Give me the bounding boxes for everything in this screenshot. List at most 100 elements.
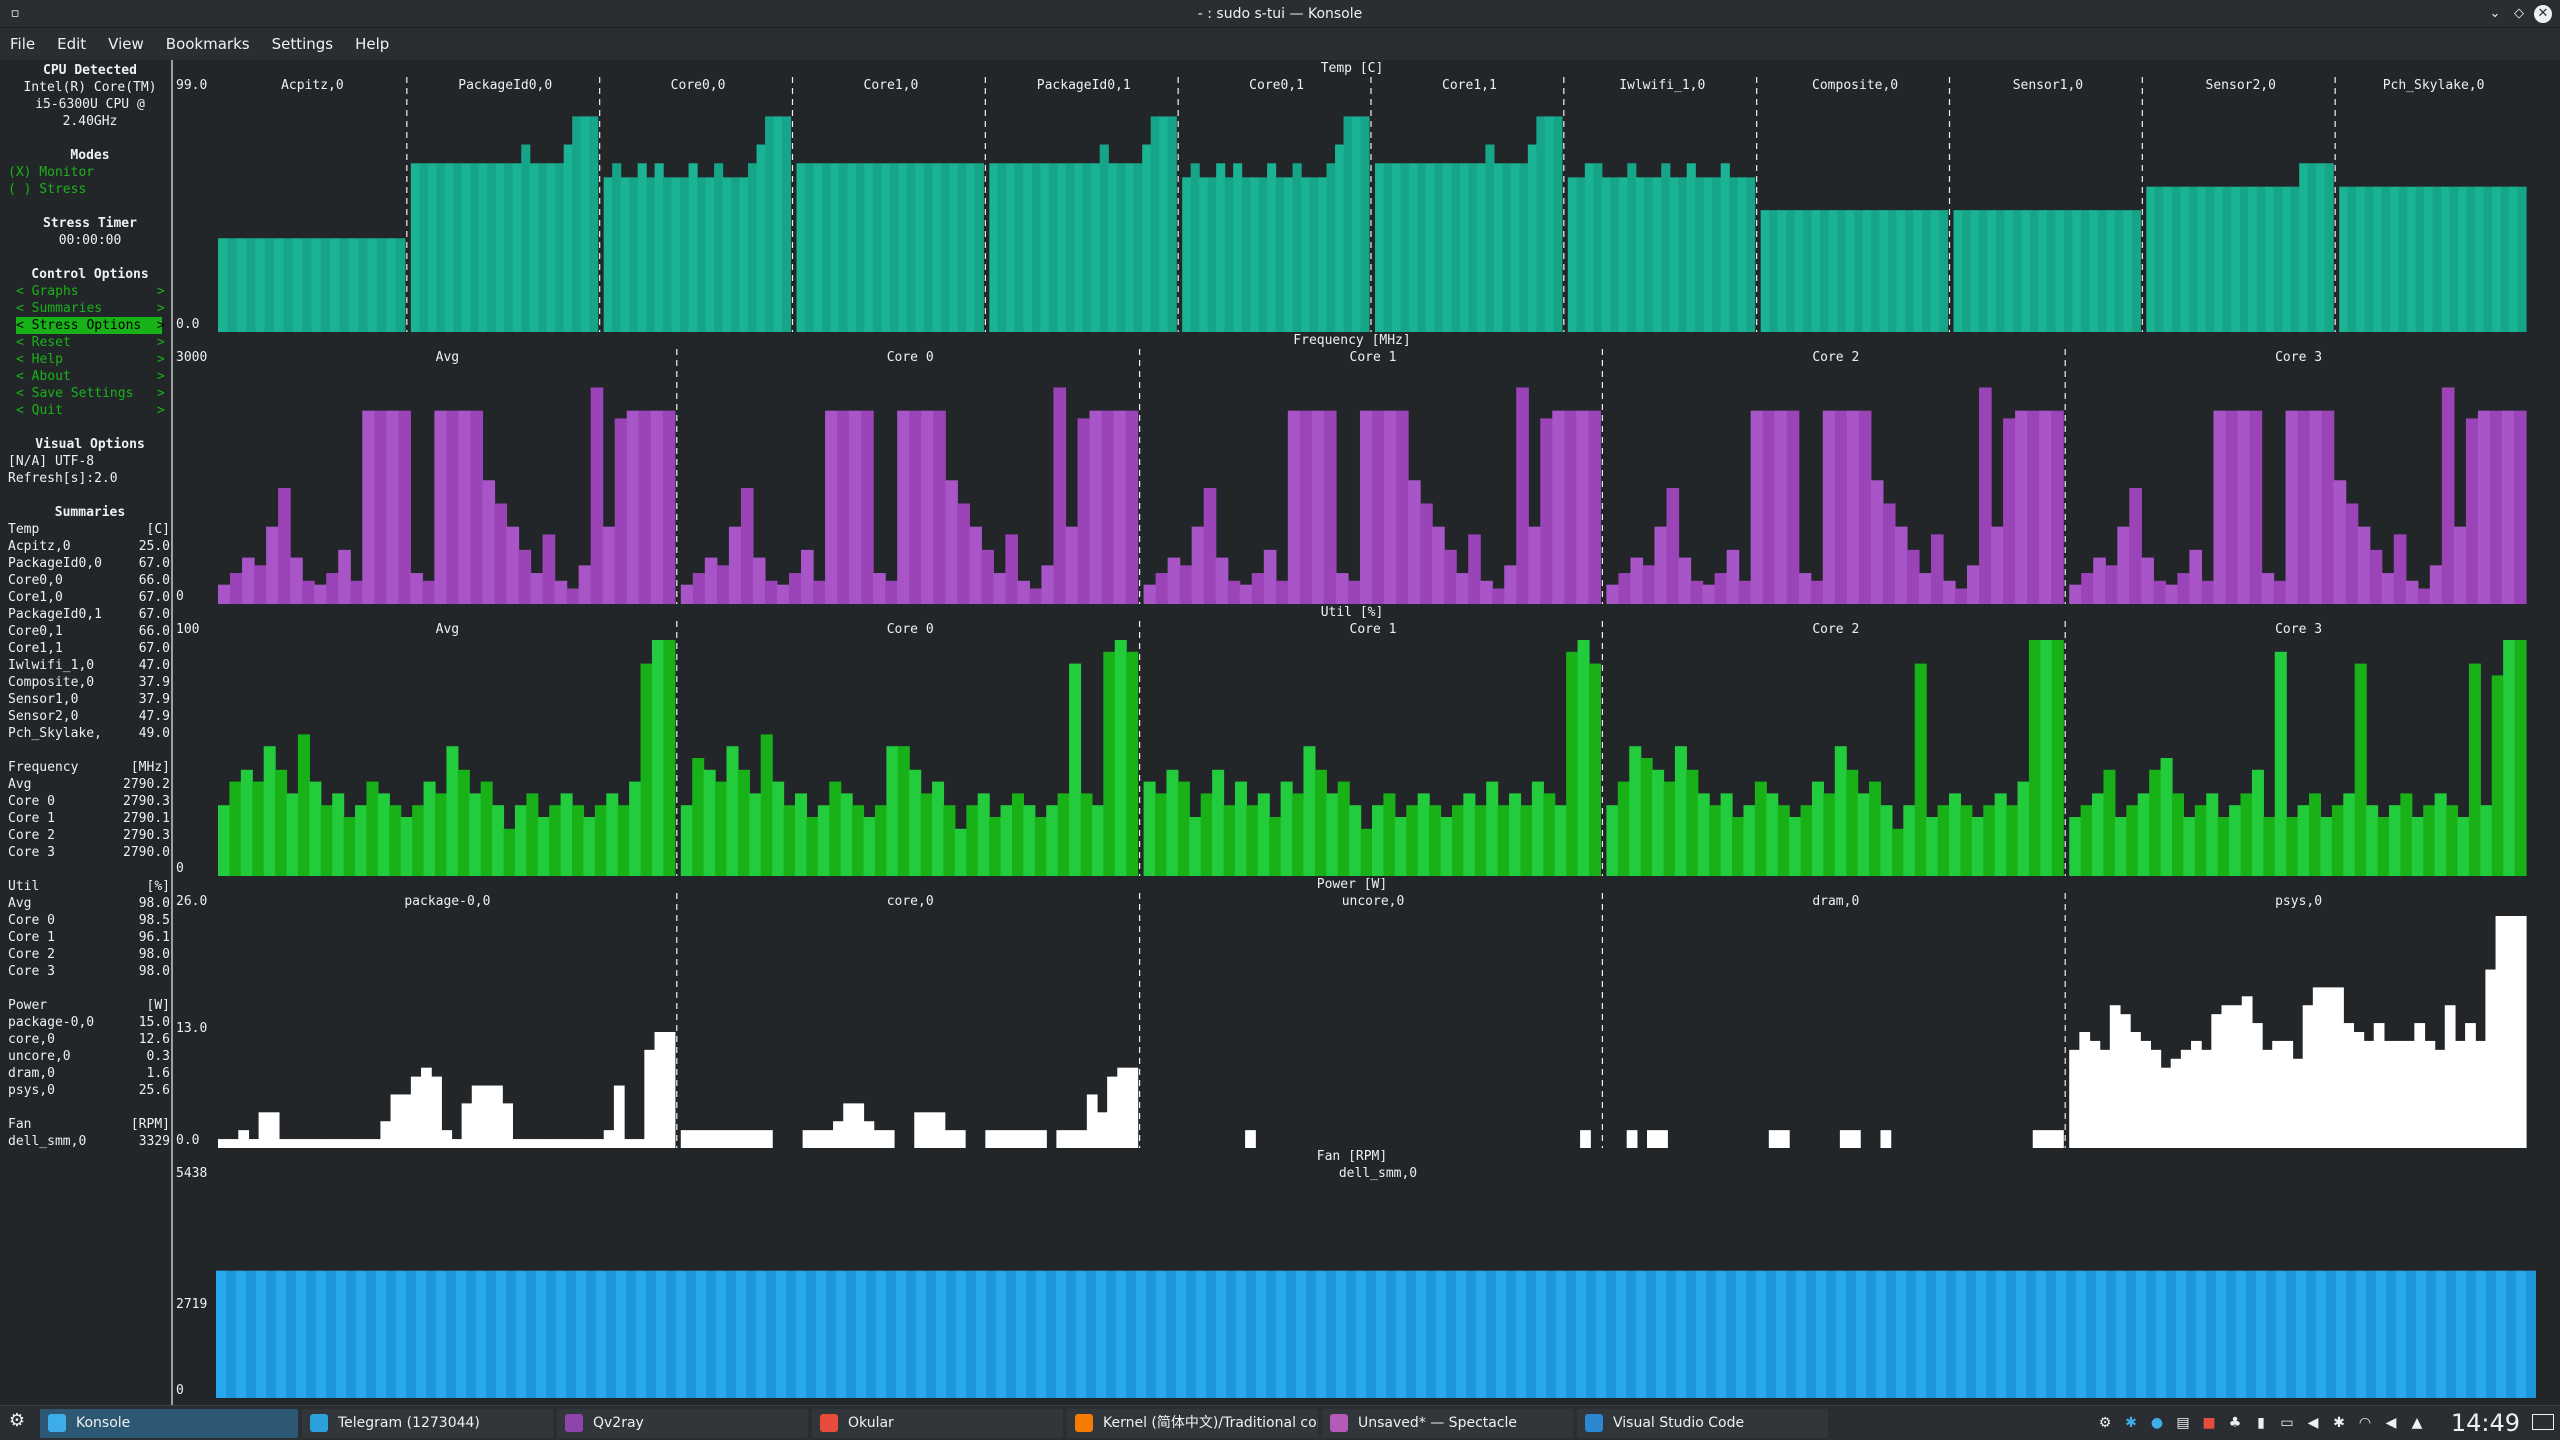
data-bar <box>2388 805 2401 876</box>
data-bar <box>1326 163 1336 332</box>
fan-bar <box>1416 1270 1426 1398</box>
taskbar-task-konsole[interactable]: Konsole <box>40 1409 298 1438</box>
y-min-label: 0 <box>176 861 184 876</box>
data-bar <box>1015 1130 1027 1148</box>
data-bar <box>1588 663 1601 876</box>
data-bar <box>2170 1058 2182 1148</box>
taskbar-task-okular[interactable]: Okular <box>812 1409 1063 1438</box>
menu-file[interactable]: File <box>0 28 46 60</box>
data-bar <box>2069 584 2082 604</box>
data-bar <box>1678 557 1692 604</box>
data-bar <box>1493 163 1503 332</box>
battery-icon[interactable]: ▮ <box>2252 1414 2270 1432</box>
show-desktop-icon[interactable] <box>2532 1414 2554 1430</box>
data-bar <box>412 805 425 876</box>
menu-help[interactable]: Help <box>344 28 400 60</box>
fan-bar <box>1686 1270 1696 1398</box>
data-bar <box>838 163 849 332</box>
taskbar-task-qv2ray[interactable]: Qv2ray <box>557 1409 808 1438</box>
taskbar-task-telegram[interactable]: Telegram (1273044) <box>302 1409 553 1438</box>
fan-bar <box>936 1270 946 1398</box>
storage-icon[interactable]: ▭ <box>2278 1414 2296 1432</box>
series-label: dram,0 <box>1812 894 1859 909</box>
maximize-icon[interactable]: ◇ <box>2510 5 2528 23</box>
data-bar <box>2160 1067 2172 1148</box>
data-bar <box>2053 1130 2064 1148</box>
fan-bar <box>2336 1270 2346 1398</box>
fan-bar <box>1846 1270 1856 1398</box>
data-bar <box>2163 186 2173 332</box>
fan-bar <box>1356 1270 1366 1398</box>
app-icon <box>565 1414 583 1432</box>
data-bar <box>1516 387 1529 604</box>
app-icon[interactable]: ▫ <box>6 5 24 23</box>
menu-settings[interactable]: Settings <box>261 28 345 60</box>
minimize-icon[interactable]: ⌄ <box>2486 5 2504 23</box>
data-bar <box>1702 584 1716 604</box>
data-bar <box>1949 793 1962 876</box>
data-bar <box>2261 573 2275 604</box>
notification-icon[interactable]: ■ <box>2200 1414 2218 1432</box>
fan-bar <box>306 1270 316 1398</box>
data-bar <box>1674 746 1687 876</box>
fan-bar <box>1406 1270 1416 1398</box>
data-bar <box>1343 116 1353 332</box>
data-bar <box>1760 210 1770 332</box>
data-bar <box>1309 177 1319 332</box>
taskbar-task-visual[interactable]: Visual Studio Code <box>1577 1409 1828 1438</box>
menu-edit[interactable]: Edit <box>46 28 97 60</box>
speaker-icon[interactable]: ◀ <box>2382 1414 2400 1432</box>
data-bar <box>1492 588 1505 604</box>
wifi-icon[interactable]: ◠ <box>2356 1414 2374 1432</box>
network-share-icon[interactable]: ♣ <box>2226 1414 2244 1432</box>
data-bar <box>2390 186 2400 332</box>
data-bar <box>2393 534 2407 604</box>
data-bar <box>1133 163 1143 332</box>
fan-bar <box>996 1270 1006 1398</box>
data-bar <box>2285 410 2299 604</box>
data-bar <box>542 1139 554 1148</box>
y-max-label: 26.0 <box>176 894 207 909</box>
app-icon <box>1330 1414 1348 1432</box>
y-max-label: 5438 <box>176 1166 207 1181</box>
data-bar <box>309 1139 321 1148</box>
data-bar <box>2302 1005 2314 1148</box>
data-bar <box>966 805 979 876</box>
expand-tray-icon[interactable]: ▲ <box>2408 1414 2426 1432</box>
data-bar <box>1906 549 1920 604</box>
taskbar-task-kernel[interactable]: Kernel (简体中文)/Traditional comp... <box>1067 1409 1318 1438</box>
fan-bar <box>2266 1270 2276 1398</box>
data-bar <box>934 1112 946 1148</box>
qbittorrent-icon[interactable]: ● <box>2148 1414 2166 1432</box>
data-bar <box>2324 163 2334 332</box>
close-icon[interactable]: ✕ <box>2534 5 2552 23</box>
data-bar <box>1066 1130 1078 1148</box>
data-bar <box>566 588 580 604</box>
system-settings-icon[interactable]: ⚙ <box>2096 1414 2114 1432</box>
fan-bar <box>846 1270 856 1398</box>
data-bar <box>2353 1032 2365 1148</box>
fan-bar <box>876 1270 886 1398</box>
data-bar <box>688 163 698 332</box>
terminal-area[interactable]: CPU Detected Intel(R) Core(TM) i5-6300U CP… <box>0 60 2560 1405</box>
menu-bookmarks[interactable]: Bookmarks <box>155 28 261 60</box>
fan-bar <box>1546 1270 1556 1398</box>
clipboard-icon[interactable]: ▤ <box>2174 1414 2192 1432</box>
bluetooth-icon[interactable]: ✱ <box>2122 1414 2140 1432</box>
menu-view[interactable]: View <box>97 28 155 60</box>
series-label: Core 2 <box>1812 350 1859 365</box>
volume-icon[interactable]: ◀ <box>2304 1414 2322 1432</box>
bluetooth-tray-icon[interactable]: ✱ <box>2330 1414 2348 1432</box>
data-bar <box>969 526 982 604</box>
taskbar-task-unsaved[interactable]: Unsaved* — Spectacle <box>1322 1409 1573 1438</box>
data-bar <box>2229 805 2242 876</box>
data-bar <box>2249 410 2263 604</box>
app-launcher-icon[interactable]: ⚙ <box>8 1412 26 1430</box>
data-bar <box>1937 805 1950 876</box>
data-bar <box>1690 580 1704 604</box>
fan-bar <box>896 1270 906 1398</box>
data-bar <box>1811 210 1821 332</box>
data-bar <box>1979 387 1992 604</box>
task-label: Unsaved* — Spectacle <box>1358 1415 1518 1431</box>
clock[interactable]: 14:49 <box>2451 1406 2520 1440</box>
